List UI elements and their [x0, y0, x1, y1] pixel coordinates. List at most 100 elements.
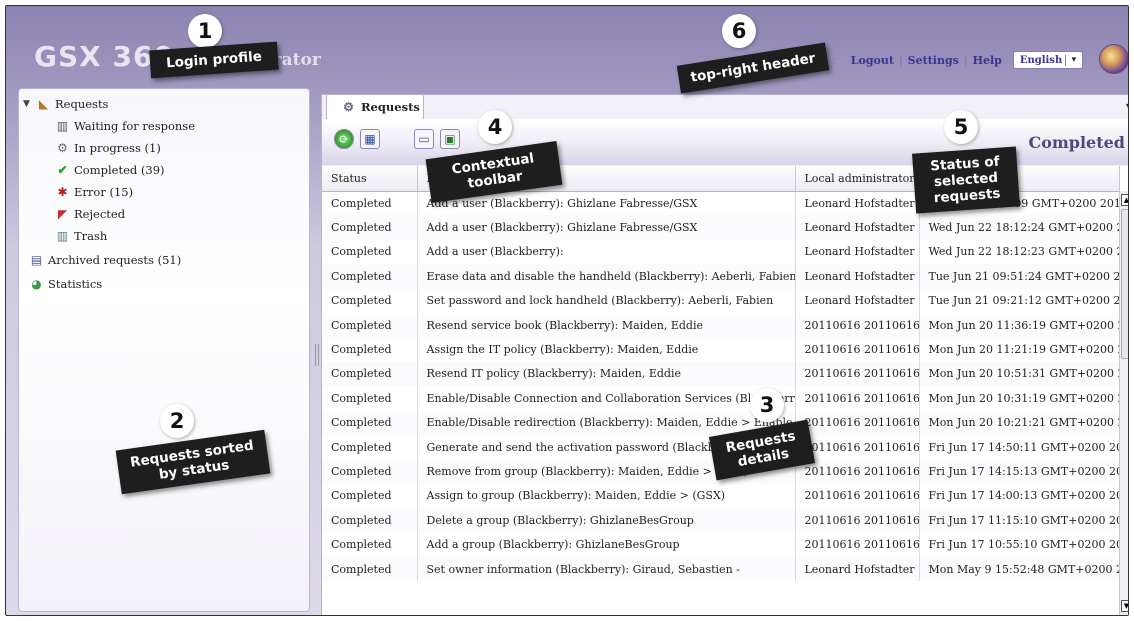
sidebar-item-label: Completed (39)	[74, 163, 165, 177]
bug-icon: ✱	[57, 185, 68, 199]
table-row[interactable]: Completed Resend service book (Blackberry…	[322, 312, 1120, 338]
table-row[interactable]: Completed Erase data and disable the hand…	[322, 264, 1120, 289]
sidebar-item-error[interactable]: ✱ Error (15)	[55, 185, 133, 199]
scroll-up-icon[interactable]: ▲	[1121, 194, 1128, 206]
separator	[842, 54, 846, 67]
details-button[interactable]: ▦	[360, 129, 380, 149]
cell-request: Set password and lock handheld (Blackber…	[417, 288, 796, 313]
language-select[interactable]: English ▾	[1012, 51, 1083, 69]
check-icon: ✔	[57, 163, 68, 177]
cell-request: Add a user (Blackberry):	[417, 239, 796, 265]
cell-request: Assign the IT policy (Blackberry): Maide…	[417, 337, 796, 362]
refresh-button[interactable]: ⟳	[334, 129, 354, 149]
sidebar-item-completed[interactable]: ✔ Completed (39)	[55, 163, 165, 177]
cell-local-admin: 20110616 20110616	[795, 361, 920, 387]
cell-edited: Mon Jun 20 11:21:19 GMT+0200 201	[919, 337, 1120, 362]
scroll-down-icon[interactable]: ▼	[1121, 600, 1128, 612]
separator: |	[898, 53, 903, 67]
sidebar-item-trash[interactable]: ▥ Trash	[55, 229, 108, 243]
cell-status: Completed	[322, 532, 418, 557]
panel-splitter[interactable]	[315, 344, 319, 366]
cell-status: Completed	[322, 215, 418, 240]
requests-table: Status Reques Local administrator Edited…	[322, 166, 1128, 615]
app-window: GSX 360 ministrator r Logout | Settings …	[5, 5, 1129, 616]
sidebar-item-label: Waiting for response	[74, 119, 196, 133]
clock-icon: ▥	[56, 119, 69, 133]
cell-edited: Wed Jun 22 18:12:23 GMT+0200 2011	[919, 239, 1120, 265]
cell-local-admin: 20110616 20110616	[795, 386, 920, 411]
callout-number: 6	[722, 14, 756, 48]
table-row[interactable]: Completed Set owner information (Blackber…	[322, 556, 1120, 582]
sidebar-item-rejected[interactable]: ◤ Rejected	[55, 207, 125, 221]
sidebar-item-label: Trash	[74, 229, 108, 243]
table-row[interactable]: Completed Delete a group (Blackberry): Gh…	[322, 508, 1120, 533]
table-row[interactable]: Completed Set password and lock handheld …	[322, 288, 1120, 313]
table-row[interactable]: Completed Add a group (Blackberry): Ghizl…	[322, 532, 1120, 557]
cell-local-admin: Leonard Hofstadter	[795, 264, 920, 289]
table-row[interactable]: Completed Add a user (Blackberry): Leonard…	[322, 239, 1120, 265]
cell-status: Completed	[322, 191, 418, 216]
cell-status: Completed	[322, 239, 418, 265]
cell-status: Completed	[322, 386, 418, 411]
language-value: English	[1014, 54, 1066, 66]
cell-edited: Fri Jun 17 14:50:11 GMT+0200 2011	[919, 434, 1120, 460]
cell-edited: Mon Jun 20 10:31:19 GMT+0200 201	[919, 386, 1120, 411]
cell-status: Completed	[322, 337, 418, 362]
table-row[interactable]: Completed Assign the IT policy (Blackberr…	[322, 337, 1120, 362]
archive-button[interactable]: ▣	[440, 129, 460, 149]
sidebar-item-requests[interactable]: ▼ ◣ Requests	[23, 97, 108, 111]
cell-local-admin: Leonard Hofstadter	[795, 191, 920, 216]
column-header-local-admin[interactable]: Local administrator	[795, 166, 920, 192]
partial-link[interactable]: r	[832, 54, 837, 67]
status-title: Completed	[1028, 133, 1125, 152]
cell-local-admin: 20110616 20110616	[795, 532, 920, 557]
cell-request: Add a user (Blackberry): Ghizlane Fabres…	[417, 215, 796, 240]
table-row[interactable]: Completed Assign to group (Blackberry): M…	[322, 483, 1120, 509]
cell-edited: Fri Jun 17 14:00:13 GMT+0200 2011	[919, 483, 1120, 509]
trash-icon: ▥	[56, 229, 69, 243]
tab-menu-arrow[interactable]: ▾	[1126, 101, 1128, 112]
cell-request: Delete a group (Blackberry): GhizlaneBes…	[417, 508, 796, 533]
cell-status: Completed	[322, 264, 418, 289]
cell-status: Completed	[322, 508, 418, 533]
sidebar-item-archived[interactable]: ▤ Archived requests (51)	[29, 253, 181, 267]
table-row[interactable]: Completed Add a user (Blackberry): Ghizla…	[322, 215, 1120, 240]
cell-local-admin: Leonard Hofstadter	[795, 556, 920, 582]
gear-icon: ⚙	[57, 141, 68, 155]
callout-number: 1	[188, 14, 222, 48]
cell-status: Completed	[322, 312, 418, 338]
cell-edited: Wed Jun 22 18:12:24 GMT+0200 2011	[919, 215, 1120, 240]
cell-edited: Mon May 9 15:52:48 GMT+0200 201	[919, 556, 1120, 582]
export-button[interactable]: ▭	[414, 129, 434, 149]
sidebar-item-in-progress[interactable]: ⚙ In progress (1)	[55, 141, 161, 155]
chevron-down-icon[interactable]: ▾	[1066, 55, 1082, 65]
table-row[interactable]: Completed Resend IT policy (Blackberry): …	[322, 361, 1120, 387]
cell-status: Completed	[322, 434, 418, 460]
cell-request: Set owner information (Blackberry): Gira…	[417, 556, 796, 582]
cell-request: Erase data and disable the handheld (Bla…	[417, 264, 796, 289]
cell-request: Add a group (Blackberry): GhizlaneBesGro…	[417, 532, 796, 557]
table-row[interactable]: Completed Enable/Disable Connection and C…	[322, 386, 1120, 411]
cell-edited: Fri Jun 17 14:15:13 GMT+0200 2011	[919, 459, 1120, 484]
callout-number: 5	[944, 110, 978, 144]
settings-link[interactable]: Settings	[908, 54, 959, 67]
logout-link[interactable]: Logout	[851, 54, 894, 67]
chevron-down-icon[interactable]: ▼	[23, 99, 32, 109]
sidebar-item-waiting[interactable]: ▥ Waiting for response	[55, 119, 195, 133]
cell-edited: Mon Jun 20 11:36:19 GMT+0200 201	[919, 312, 1120, 338]
cell-status: Completed	[322, 483, 418, 509]
column-header-status[interactable]: Status	[322, 166, 418, 192]
help-link[interactable]: Help	[973, 54, 1002, 67]
callout-number: 4	[478, 110, 512, 144]
cell-local-admin: 20110616 20110616	[795, 483, 920, 509]
table-row[interactable]: Completed Enable/Disable redirection (Bla…	[322, 410, 1120, 435]
scroll-thumb[interactable]	[1121, 209, 1128, 359]
sidebar-item-label: Requests	[55, 97, 109, 111]
vertical-scrollbar[interactable]: ▲ ▼	[1119, 191, 1128, 615]
sidebar-item-statistics[interactable]: ◕ Statistics	[29, 277, 102, 291]
tab-requests[interactable]: ⚙ Requests	[326, 94, 424, 119]
cell-edited: Fri Jun 17 11:15:10 GMT+0200 2011	[919, 508, 1120, 533]
cell-edited: Tue Jun 21 09:21:12 GMT+0200 2011	[919, 288, 1120, 313]
product-orb-icon	[1099, 44, 1128, 74]
cell-edited: Fri Jun 17 10:55:10 GMT+0200 2011	[919, 532, 1120, 557]
